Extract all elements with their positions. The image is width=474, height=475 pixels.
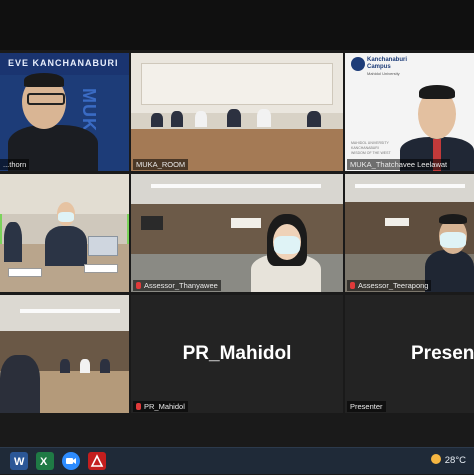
tile-label: Assessor_Teerapong <box>347 280 432 291</box>
tile-label: MUKA_ROOM <box>133 159 189 170</box>
wall-logo <box>385 218 409 226</box>
tile-label: MUKA_Thatchavee Leelawat <box>347 159 451 170</box>
attendee <box>151 113 163 127</box>
muted-mic-icon <box>136 282 141 289</box>
ceiling <box>131 174 343 204</box>
muted-mic-icon <box>350 282 355 289</box>
windows-taskbar: W X 28°C <box>0 447 474 474</box>
tile-label-text: PR_Mahidol <box>144 402 185 411</box>
participant-name-display: Present <box>411 343 474 364</box>
foreground-person <box>0 355 40 413</box>
ceiling-light <box>151 184 321 188</box>
ceiling <box>345 174 474 202</box>
meeting-top-bar <box>0 0 474 50</box>
video-grid: EVE KANCHANABURI MUKA ...thorn MUKA_ROOM… <box>0 50 474 414</box>
tile-label: ...thorn <box>0 159 30 170</box>
video-tile-pr-mahidol[interactable]: PR_Mahidol PR_Mahidol <box>131 295 343 413</box>
video-tile-assessor-teerapong[interactable]: Assessor_Teerapong <box>345 174 474 292</box>
acrobat-icon[interactable] <box>88 452 106 470</box>
sun-icon <box>430 454 441 464</box>
face-mask <box>274 236 300 254</box>
seated-person <box>45 226 87 266</box>
hair <box>24 73 64 87</box>
tile-label-text: Assessor_Thanyawee <box>144 281 218 290</box>
word-icon[interactable]: W <box>10 452 28 470</box>
attendee <box>195 111 207 127</box>
video-tile-active-speaker[interactable] <box>0 174 129 292</box>
muted-mic-icon <box>136 403 141 410</box>
name-plate <box>84 264 118 273</box>
zoom-icon[interactable] <box>62 452 80 470</box>
face-mask <box>58 212 74 222</box>
video-tile-room-wide[interactable] <box>0 295 129 413</box>
ceiling-light <box>355 184 465 188</box>
face-mask <box>440 232 466 248</box>
video-tile-thatchavee[interactable]: Kanchanaburi Campus Mahidol University M… <box>345 53 474 171</box>
seated-person-left <box>4 222 22 262</box>
wall-logo <box>231 218 261 228</box>
svg-text:X: X <box>40 456 48 468</box>
attendee <box>80 359 90 373</box>
hair <box>419 85 455 99</box>
attendee <box>100 359 110 373</box>
hair <box>439 214 467 224</box>
weather-temp: 28°C <box>444 455 466 466</box>
glasses <box>27 93 65 105</box>
tile-label: Assessor_Thanyawee <box>133 280 221 291</box>
video-tile-assessor-thanyawee[interactable]: Assessor_Thanyawee <box>131 174 343 292</box>
video-tile-muka-room[interactable]: MUKA_ROOM <box>131 53 343 171</box>
tile-label: Presenter <box>347 401 386 412</box>
tile-label: PR_Mahidol <box>133 401 188 412</box>
campus-logo <box>351 57 365 71</box>
laptop <box>88 236 118 256</box>
attendee <box>227 109 241 127</box>
wall-screen <box>141 216 163 230</box>
ceiling-light <box>20 309 120 313</box>
campus-title: Kanchanaburi Campus <box>367 57 408 70</box>
ceiling <box>0 295 129 331</box>
excel-icon[interactable]: X <box>36 452 54 470</box>
wall-text: MAHIDOL UNIVERSITY KANCHANABURI WISDOM O… <box>351 141 391 155</box>
banner-kanchanaburi: EVE KANCHANABURI <box>8 58 119 68</box>
video-tile-presenter[interactable]: Present Presenter <box>345 295 474 413</box>
tile-label-text: MUKA_Thatchavee Leelawat <box>350 160 448 169</box>
table <box>40 371 129 413</box>
svg-text:W: W <box>14 456 25 468</box>
wall-panel <box>141 63 333 105</box>
campus-subtitle: Mahidol University <box>367 71 400 76</box>
name-plate <box>8 268 42 277</box>
assessor-body <box>425 250 474 292</box>
attendee <box>60 359 70 373</box>
participant-name-display: PR_Mahidol <box>182 343 292 364</box>
weather-widget[interactable]: 28°C <box>430 454 466 466</box>
video-tile-thorn[interactable]: EVE KANCHANABURI MUKA ...thorn <box>0 53 129 171</box>
tile-label-text: Assessor_Teerapong <box>358 281 429 290</box>
attendee <box>257 109 271 127</box>
attendee <box>171 111 183 127</box>
attendee <box>307 111 321 127</box>
